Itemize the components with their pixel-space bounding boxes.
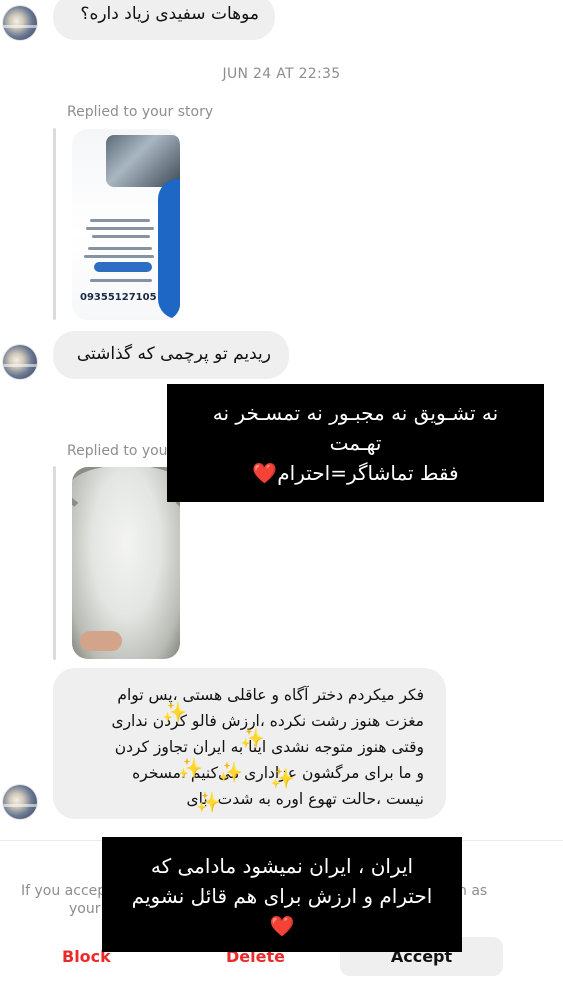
story-text-line [90,219,150,222]
story-text-line [86,227,154,230]
message-text: ریدیم تو پرچمی که گذاشتی [76,344,271,364]
sender-avatar[interactable] [3,345,37,379]
story-handle-pill [94,262,152,272]
sparkle-icon: ✨ [162,700,187,724]
message-text: موهات سفیدی زیاد داره؟ [80,4,259,24]
caption-overlay-bottom: ایران ، ایران نمیشود مادامی که احترام و … [102,837,462,952]
caption-overlay-top: نه تشـویق نه مجبـور نه تمسـخر نه تهـمت ف… [167,384,544,502]
caption-line: تهـمت [329,431,382,455]
message-bubble[interactable]: ریدیم تو پرچمی که گذاشتی [53,331,289,379]
reply-indicator-bar [53,466,56,660]
sender-avatar[interactable] [3,6,37,40]
request-notice-text: If you accep [21,883,107,899]
request-notice-text: your [69,901,101,917]
replied-to-story-label: Replied to you [67,443,168,459]
story-thumbnail[interactable] [72,467,180,659]
request-notice-text: n as [458,883,488,899]
story-photo [72,467,180,519]
caption-line: احترام و ارزش برای هم قائل نشویم [131,884,433,908]
story-phone-number: 09355127105 [80,292,157,303]
caption-line: ❤️ [269,914,295,938]
message-timestamp: JUN 24 AT 22:35 [222,66,341,82]
story-text-line [92,235,150,238]
caption-line: ایران ، ایران نمیشود مادامی که [150,854,414,878]
sparkle-icon: ✨ [270,766,295,790]
reply-indicator-bar [53,128,56,320]
sparkle-icon: ✨ [218,760,243,784]
message-text-line: نیست ،حالت تهوع اوره به شدت ،بای [186,790,424,808]
caption-line: فقط تماشاگر=احترام❤️ [252,461,459,485]
message-bubble[interactable]: موهات سفیدی زیاد داره؟ [53,0,275,40]
caption-line: نه تشـویق نه مجبـور نه تمسـخر نه [212,401,499,425]
sparkle-icon: ✨ [196,790,221,814]
story-text-line [88,247,152,250]
replied-to-story-label: Replied to your story [67,104,214,120]
sender-avatar[interactable] [3,785,37,819]
story-text-line [84,255,154,258]
sparkle-icon: ✨ [240,726,265,750]
story-photo [106,135,180,187]
story-thumbnail[interactable]: 09355127105 [72,129,180,320]
message-text-line: فکر میکردم دختر آگاه و عاقلی هستی ،پس تو… [117,686,424,704]
story-decoration [166,250,180,310]
message-text-line: و ما برای مرگشون عزاداری می‌کنیم ،مسخره [132,764,424,782]
sparkle-icon: ✨ [178,756,203,780]
story-photo-hand [80,631,122,651]
story-text-line [90,279,152,282]
